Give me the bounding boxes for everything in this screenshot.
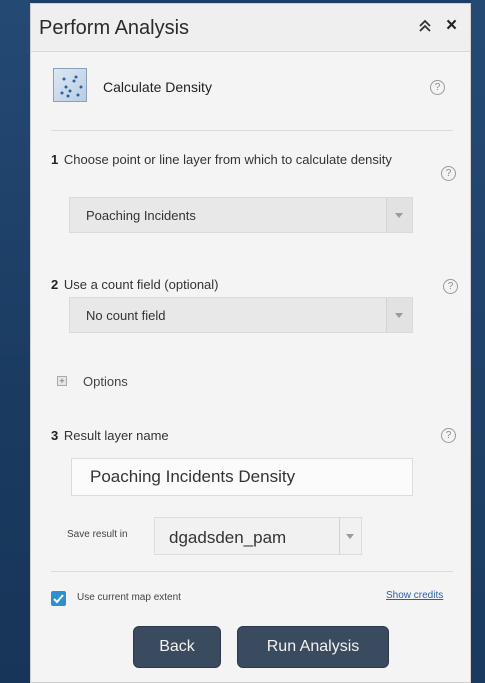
run-analysis-button[interactable]: Run Analysis (237, 626, 389, 668)
step2-number: 2 (51, 277, 59, 292)
step3-text: Result layer name (63, 428, 169, 443)
chevron-down-icon (395, 313, 403, 318)
help-icon-step2[interactable]: ? (443, 279, 458, 294)
step1-text: Choose point or line layer from which to… (63, 152, 392, 167)
dropdown-button[interactable] (339, 518, 361, 554)
chevron-down-icon (346, 534, 354, 539)
help-icon-step1[interactable]: ? (441, 166, 456, 181)
back-button[interactable]: Back (133, 626, 221, 668)
count-field-select[interactable]: No count field (69, 297, 413, 333)
save-folder-select[interactable]: dgadsden_pam (154, 517, 362, 555)
panel-title: Perform Analysis (39, 17, 190, 39)
tool-header: Calculate Density (53, 66, 453, 116)
close-icon[interactable]: × (446, 15, 457, 37)
step2-text: Use a count field (optional) (63, 277, 219, 292)
step1-number: 1 (51, 152, 59, 167)
save-folder-value: dgadsden_pam (169, 528, 287, 547)
density-dots-icon (60, 75, 83, 98)
dropdown-button[interactable] (386, 198, 412, 232)
chevron-down-icon (395, 213, 403, 218)
map-background-right (471, 0, 485, 683)
help-icon-tool[interactable]: ? (430, 80, 445, 95)
step3-label: 3 Result layer name (51, 427, 416, 444)
count-field-value: No count field (86, 308, 166, 323)
input-layer-value: Poaching Incidents (86, 208, 196, 223)
density-map-thumbnail (53, 68, 87, 102)
dropdown-button[interactable] (386, 298, 412, 332)
save-result-label: Save result in (67, 529, 128, 540)
panel-header: Perform Analysis × (31, 4, 470, 52)
tool-name: Calculate Density (103, 79, 212, 95)
divider (51, 130, 453, 131)
result-layer-name-input[interactable] (71, 458, 413, 496)
perform-analysis-panel: Perform Analysis × Calculate Density ? 1… (30, 3, 471, 683)
use-map-extent-checkbox[interactable] (51, 591, 66, 606)
step1-label: 1 Choose point or line layer from which … (51, 151, 416, 168)
divider (51, 571, 453, 572)
step2-label: 2 Use a count field (optional) (51, 276, 416, 293)
help-icon-step3[interactable]: ? (441, 428, 456, 443)
options-expand-toggle[interactable]: + (57, 376, 67, 386)
options-label[interactable]: Options (83, 374, 128, 389)
map-background-left (0, 0, 30, 683)
double-chevron-up-icon[interactable] (416, 17, 434, 35)
use-map-extent-label[interactable]: Use current map extent (77, 592, 181, 603)
show-credits-link[interactable]: Show credits (386, 590, 443, 601)
checkmark-icon (53, 594, 64, 604)
input-layer-select[interactable]: Poaching Incidents (69, 197, 413, 233)
step3-number: 3 (51, 428, 59, 443)
